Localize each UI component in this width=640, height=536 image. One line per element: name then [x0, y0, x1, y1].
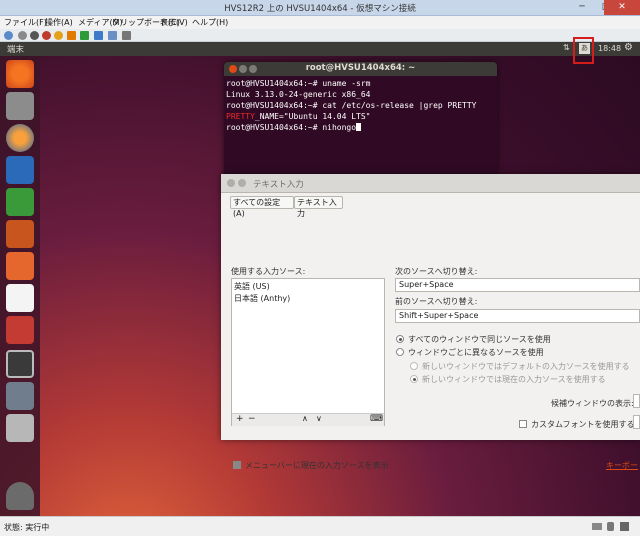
text-entry-dialog: テキスト入力 すべての設定(A) テキスト入力 使用する入力ソース: 英語 (U…: [221, 174, 640, 470]
menu-view[interactable]: 表示(V): [160, 17, 188, 28]
radio-current-source[interactable]: [410, 375, 418, 383]
custom-font-checkbox[interactable]: [519, 420, 527, 428]
clock[interactable]: 18:48: [598, 44, 621, 53]
radio-different-source-label: ウィンドウごとに異なるソースを使用: [408, 348, 544, 357]
save-icon[interactable]: [54, 31, 63, 40]
list-item[interactable]: 英語 (US): [234, 281, 270, 292]
pause-icon[interactable]: [67, 31, 76, 40]
terminal-line: Linux 3.13.0-24-generic x86_64: [226, 90, 371, 99]
start-icon[interactable]: [18, 31, 27, 40]
candidate-window-select[interactable]: [633, 394, 640, 408]
sources-label: 使用する入力ソース:: [231, 267, 306, 276]
radio-default-source-label: 新しいウィンドウではデフォルトの入力ソースを使用する: [422, 362, 630, 371]
terminal-window[interactable]: root@HVSU1404x64: ~ root@HVSU1404x64:~# …: [224, 62, 497, 192]
reset-icon[interactable]: [80, 31, 89, 40]
menubar-indicator-label: メニューバーに現在の入力ソースを表示: [245, 461, 389, 470]
host-menubar: ファイル(F) 操作(A) メディア(M) クリップボード(C) 表示(V) ヘ…: [0, 16, 640, 29]
launcher: [0, 56, 40, 516]
disk-icon[interactable]: [6, 414, 34, 442]
network-icon[interactable]: ⇅: [563, 43, 570, 52]
prev-source-label: 前のソースへ切り替え:: [395, 297, 478, 306]
active-app-name: 端末: [7, 45, 25, 55]
ubuntu-topbar: 端末 ⇅ あ 18:48 ⚙: [0, 42, 640, 56]
minimize-button[interactable]: ─: [570, 0, 594, 15]
terminal-line: root@HVSU1404x64:~# uname -srm: [226, 79, 371, 88]
checkpoint-icon[interactable]: [94, 31, 103, 40]
radio-same-source[interactable]: [396, 335, 404, 343]
breadcrumb-all-settings[interactable]: すべての設定(A): [230, 196, 294, 218]
host-toolbar: [0, 29, 640, 42]
terminal-cursor: [356, 123, 362, 131]
terminal-icon[interactable]: [6, 350, 34, 378]
terminal-line: PRETTY_NAME="Ubuntu 14.04 LTS": [226, 112, 371, 121]
menu-help[interactable]: ヘルプ(H): [192, 17, 228, 28]
menubar-indicator-checkbox[interactable]: [233, 461, 241, 469]
host-titlebar: HVS12R2 上の HVSU1404x64 - 仮想マシン接続 ─ □ ✕: [0, 0, 640, 16]
guest-desktop: 端末 ⇅ あ 18:48 ⚙ root@HVSU1404x64: ~ root@…: [0, 42, 640, 516]
keyboard-settings-link[interactable]: キーボー: [606, 460, 638, 471]
remove-source-button[interactable]: −: [248, 414, 256, 424]
dialog-close-icon[interactable]: [227, 179, 235, 187]
custom-font-button[interactable]: [633, 415, 640, 429]
custom-font-label: カスタムフォントを使用する:: [531, 420, 638, 429]
firefox-icon[interactable]: [6, 124, 34, 152]
dialog-titlebar: テキスト入力: [221, 174, 640, 193]
radio-default-source[interactable]: [410, 362, 418, 370]
turn-off-icon[interactable]: [30, 31, 39, 40]
settings-icon[interactable]: [6, 316, 34, 344]
move-down-button[interactable]: ∨: [316, 414, 322, 423]
mouse-status-icon: [607, 522, 614, 531]
dash-icon[interactable]: [6, 60, 34, 88]
terminal-line: root@HVSU1404x64:~# nihongo: [226, 123, 362, 132]
impress-icon[interactable]: [6, 220, 34, 248]
close-button[interactable]: ✕: [604, 0, 640, 15]
radio-same-source-label: すべてのウィンドウで同じソースを使用: [408, 335, 551, 344]
trash-icon[interactable]: [6, 482, 34, 510]
terminal-titlebar: root@HVSU1404x64: ~: [224, 62, 497, 76]
lock-icon: [620, 522, 629, 531]
candidate-window-label: 候補ウィンドウの表示:: [551, 399, 634, 408]
writer-icon[interactable]: [6, 156, 34, 184]
remote-desktop-icon[interactable]: [6, 382, 34, 410]
breadcrumb-text-entry[interactable]: テキスト入力: [294, 196, 343, 218]
radio-different-source[interactable]: [396, 348, 404, 356]
ctrl-alt-del-icon[interactable]: [4, 31, 13, 40]
next-source-shortcut[interactable]: Super+Space: [395, 278, 640, 292]
list-item[interactable]: 日本語 (Anthy): [234, 293, 290, 304]
vm-status: 状態: 実行中: [4, 523, 50, 532]
enhanced-session-icon[interactable]: [122, 31, 131, 40]
gear-icon[interactable]: ⚙: [624, 42, 633, 53]
input-sources-list: 英語 (US) 日本語 (Anthy) + − ∧ ∨ ⌨: [231, 278, 385, 426]
add-source-button[interactable]: +: [236, 414, 244, 424]
amazon-icon[interactable]: [6, 284, 34, 312]
host-statusbar: 状態: 実行中: [0, 516, 640, 536]
grep-highlight: PRETTY: [226, 112, 255, 121]
keyboard-layout-icon[interactable]: ⌨: [370, 414, 383, 424]
terminal-line: root@HVSU1404x64:~# cat /etc/os-release …: [226, 101, 477, 110]
next-source-label: 次のソースへ切り替え:: [395, 267, 478, 276]
move-up-button[interactable]: ∧: [302, 414, 308, 423]
menu-file[interactable]: ファイル(F): [4, 17, 47, 28]
list-toolbar: + − ∧ ∨ ⌨: [232, 413, 384, 426]
files-icon[interactable]: [6, 92, 34, 120]
terminal-title: root@HVSU1404x64: ~: [305, 63, 416, 73]
dialog-title: テキスト入力: [253, 180, 304, 190]
menu-action[interactable]: 操作(A): [45, 17, 73, 28]
software-center-icon[interactable]: [6, 252, 34, 280]
dialog-minimize-icon[interactable]: [238, 179, 246, 187]
shutdown-icon[interactable]: [42, 31, 51, 40]
revert-icon[interactable]: [108, 31, 117, 40]
keyboard-status-icon: [592, 523, 602, 530]
highlight-box: [573, 37, 594, 64]
window-title: HVS12R2 上の HVSU1404x64 - 仮想マシン接続: [224, 4, 416, 14]
prev-source-shortcut[interactable]: Shift+Super+Space: [395, 309, 640, 323]
radio-current-source-label: 新しいウィンドウでは現在の入力ソースを使用する: [422, 375, 606, 384]
calc-icon[interactable]: [6, 188, 34, 216]
